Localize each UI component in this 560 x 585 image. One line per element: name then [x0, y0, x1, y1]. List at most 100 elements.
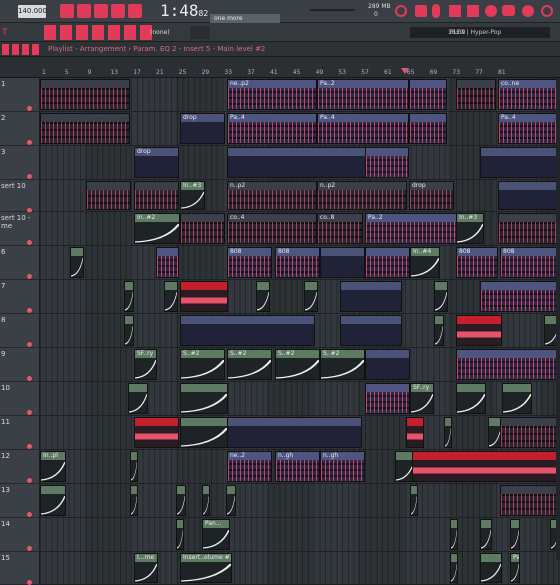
playlist-clip[interactable]: SF..ry: [410, 383, 434, 414]
playlist-clip[interactable]: [409, 79, 447, 110]
playlist-clip[interactable]: [340, 315, 402, 346]
playlist-clip[interactable]: co..ne: [498, 79, 560, 110]
playlist-clip[interactable]: [480, 553, 502, 583]
playlist-clip[interactable]: Pa..4: [227, 113, 317, 144]
track-mute-icon[interactable]: [27, 512, 32, 517]
track-header[interactable]: 10: [0, 382, 40, 416]
playlist-clip[interactable]: [456, 349, 560, 380]
playlist-clip[interactable]: [256, 281, 270, 312]
playlist-clip[interactable]: [86, 181, 131, 210]
playlist-clip[interactable]: [444, 417, 452, 448]
playlist-clip[interactable]: [124, 315, 134, 346]
playlist-clip[interactable]: [456, 315, 502, 346]
master-volume-slider[interactable]: [310, 9, 355, 11]
track-header[interactable]: 14: [0, 518, 40, 552]
playlist-clip[interactable]: [180, 417, 228, 448]
playlist-clip[interactable]: [226, 485, 236, 516]
settings-icon[interactable]: [541, 5, 553, 17]
track-mute-icon[interactable]: [27, 140, 32, 145]
microphone-icon[interactable]: [432, 4, 440, 18]
track-header[interactable]: 1: [0, 78, 40, 112]
loop-button[interactable]: [128, 4, 142, 18]
playlist-clip[interactable]: [180, 213, 225, 244]
menu-icon[interactable]: T: [2, 28, 8, 38]
playlist-clip[interactable]: [480, 519, 492, 550]
playlist-clip[interactable]: [227, 417, 362, 448]
track-lane[interactable]: [40, 280, 560, 314]
playlist-clip[interactable]: 808: [275, 247, 320, 278]
track-mute-icon[interactable]: [27, 240, 32, 245]
track-header[interactable]: 9: [0, 348, 40, 382]
playlist-clip[interactable]: n..gh: [320, 451, 365, 482]
track-lane[interactable]: drop: [40, 146, 560, 180]
track-header[interactable]: 12: [0, 450, 40, 484]
track-header[interactable]: sert 10: [0, 180, 40, 213]
track-mute-icon[interactable]: [27, 444, 32, 449]
playlist-clip[interactable]: [365, 147, 409, 178]
track-lane[interactable]: ne..p2 Pa..2 co..ne: [40, 78, 560, 112]
playlist-clip[interactable]: [434, 315, 444, 346]
track-header[interactable]: 8: [0, 314, 40, 348]
playlist-clip[interactable]: [412, 451, 560, 482]
playlist-clip[interactable]: drop: [134, 147, 179, 178]
playlist-clip[interactable]: ne..p2: [227, 79, 317, 110]
playlist-clip[interactable]: [304, 281, 318, 312]
playlist-clip[interactable]: [456, 383, 486, 414]
playlist-clip[interactable]: [180, 281, 228, 312]
playlist-clip[interactable]: SF..ry: [134, 349, 157, 380]
plugin-icon[interactable]: [485, 5, 497, 17]
playlist-clip[interactable]: [134, 181, 179, 210]
playlist-clip[interactable]: [510, 519, 520, 550]
playlist-clip[interactable]: [406, 417, 424, 448]
playlist-clip[interactable]: [365, 247, 410, 278]
track-lane[interactable]: drop Pa..4 Pa..4 Pa..4: [40, 112, 560, 146]
playlist-clip[interactable]: [40, 485, 66, 516]
playlist-clip[interactable]: In..#3: [456, 213, 484, 244]
playlist-clip[interactable]: [434, 281, 448, 312]
playlist-clip[interactable]: I...me: [134, 553, 158, 583]
track-mute-icon[interactable]: [27, 106, 32, 111]
track-lane[interactable]: SF..ry: [40, 382, 560, 416]
track-lane[interactable]: In..#3 n..p2 n..p2 drop: [40, 180, 560, 212]
playlist-clip[interactable]: [156, 247, 179, 278]
playlist-clip[interactable]: n..p2: [317, 181, 407, 210]
track-header[interactable]: 13: [0, 484, 40, 518]
snap-selector[interactable]: [190, 26, 210, 39]
track-mute-icon[interactable]: [27, 478, 32, 483]
track-mute-icon[interactable]: [27, 376, 32, 381]
record-button[interactable]: [111, 4, 125, 18]
playlist-clip[interactable]: In..#3: [180, 181, 205, 210]
track-lane[interactable]: Pan...: [40, 518, 560, 552]
track-lane[interactable]: [40, 416, 560, 450]
track-header[interactable]: 2: [0, 112, 40, 146]
track-lane[interactable]: In..pl ne..2 n..gh n..gh: [40, 450, 560, 484]
playlist-clip[interactable]: Pa..2: [365, 213, 457, 244]
playlist-clip[interactable]: Pa..2: [317, 79, 409, 110]
playlist-clip[interactable]: S..#2: [180, 349, 225, 380]
playlist-clip[interactable]: In..#2: [134, 213, 180, 244]
playlist-clip[interactable]: drop: [180, 113, 225, 144]
playlist-clip[interactable]: [130, 451, 138, 482]
playlist-clip[interactable]: [134, 417, 179, 448]
playlist-clip[interactable]: In..pl: [40, 451, 66, 482]
playlist-clip[interactable]: [456, 79, 496, 110]
playlist-clip[interactable]: [40, 79, 130, 110]
track-mute-icon[interactable]: [27, 174, 32, 179]
pattern-mode-button[interactable]: [60, 4, 74, 18]
playlist-clip[interactable]: [502, 383, 532, 414]
playlist-clip[interactable]: ne..2: [227, 451, 272, 482]
track-header[interactable]: 6: [0, 246, 40, 280]
playlist-clip[interactable]: [176, 485, 186, 516]
playlist-clip[interactable]: In..#4: [410, 247, 440, 278]
playlist-clip[interactable]: [320, 247, 365, 278]
track-header[interactable]: 11: [0, 416, 40, 450]
playlist-clip[interactable]: Pan...: [202, 519, 230, 550]
playlist-clip[interactable]: S..#2: [320, 349, 365, 380]
track-lane[interactable]: 808 808 In..#4 808 808: [40, 246, 560, 280]
playlist-clip[interactable]: 808: [500, 247, 560, 278]
track-mute-icon[interactable]: [27, 546, 32, 551]
track-mute-icon[interactable]: [27, 580, 32, 585]
browser-icon[interactable]: [467, 5, 479, 17]
playlist-clip[interactable]: [180, 383, 228, 414]
play-button[interactable]: [77, 4, 91, 18]
